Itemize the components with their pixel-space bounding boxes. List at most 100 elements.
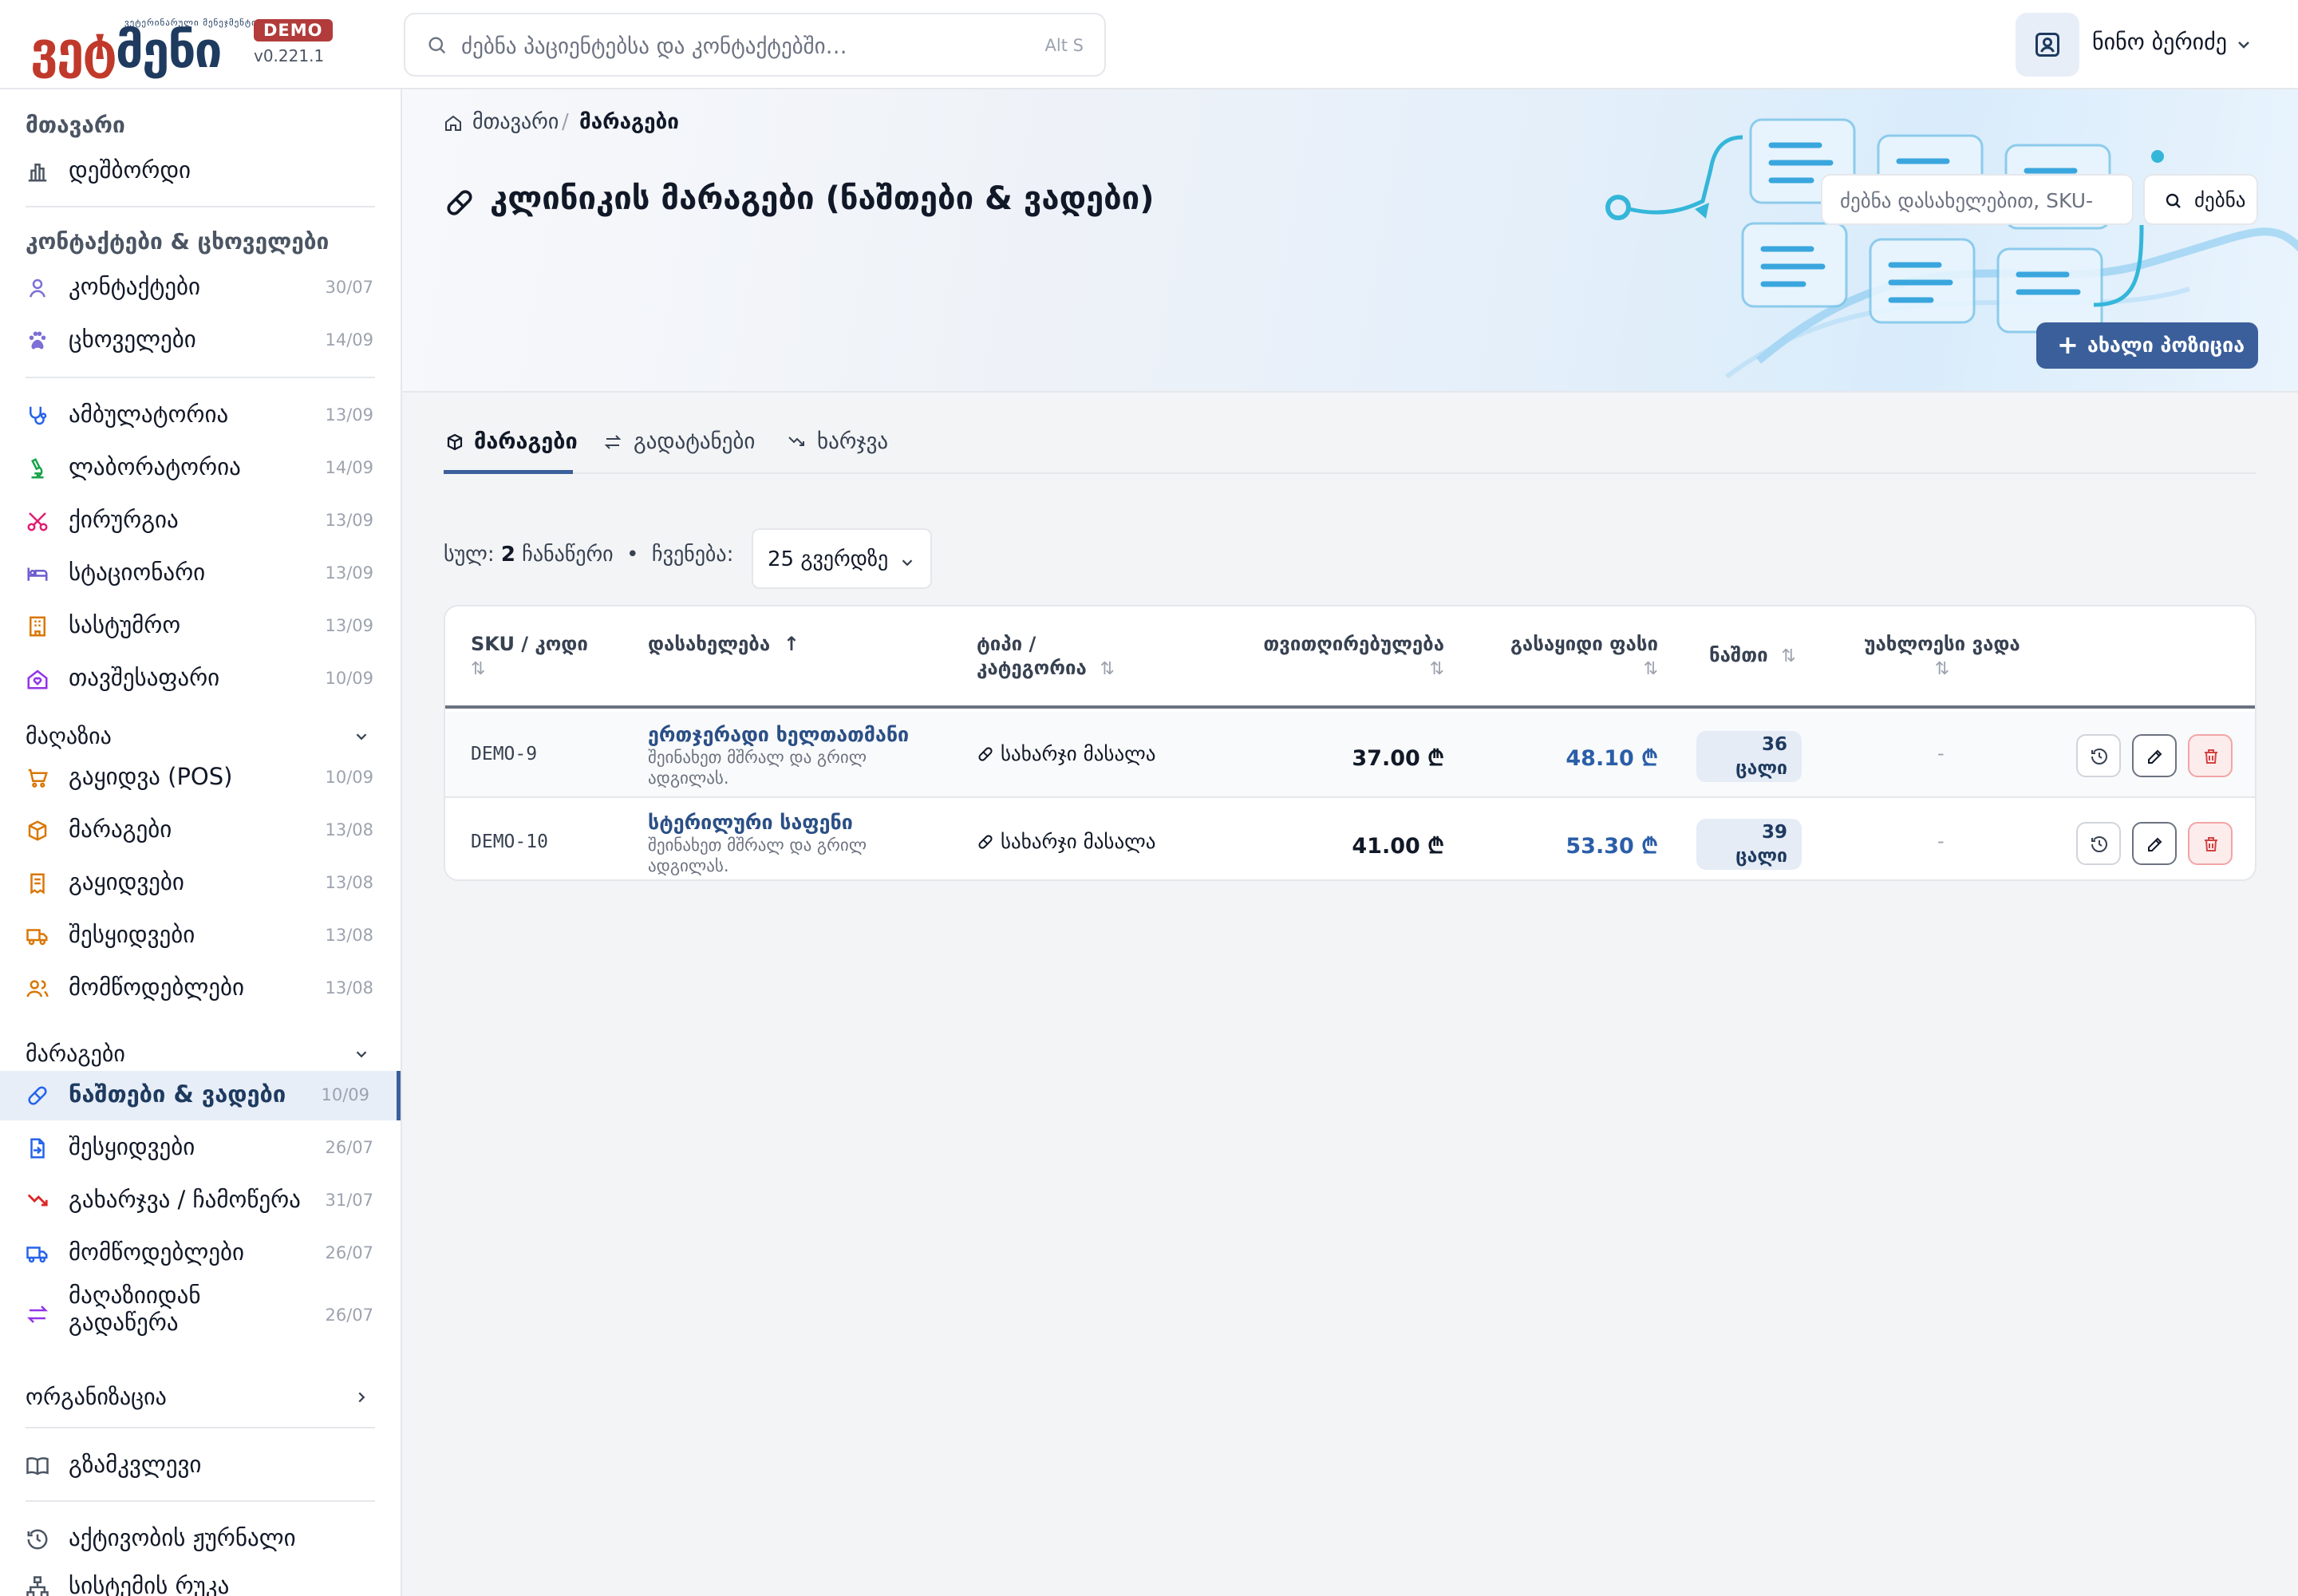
col-cost-label: თვითღირებულება [1263,633,1444,655]
sidebar-section-stock[interactable]: მარაგები [26,1041,125,1067]
sidebar-item-balances[interactable]: ნაშთები & ვადები 10/09 [0,1071,401,1120]
stock-table: SKU / კოდი ⇅ დასახელება ↑ ტიპი / კატეგორია… [444,605,2257,881]
app-version: v0.221.1 [254,46,325,65]
app-logo[interactable]: ვეტერინარული მენეჯმენტი ვეტმენი [30,18,256,78]
row-name-link[interactable]: სტერილური საფენი [648,811,853,834]
pill-icon [978,747,993,761]
sidebar-item-shop-stock[interactable]: მარაგები 13/08 [0,806,401,855]
col-sku[interactable]: SKU / კოდი ⇅ [471,632,614,681]
stock-search-button[interactable]: ძებნა [2143,174,2258,225]
sidebar-item-transfer[interactable]: მაღაზიიდან გადაწერა 26/07 [0,1282,401,1347]
stock-search-input[interactable] [1840,185,2119,215]
cart-icon [28,768,48,788]
sidebar-item-date: 31/07 [325,1191,373,1210]
sidebar-item-label: სისტემის რუკა [69,1572,230,1596]
sidebar-item-label: გაყიდვები [69,868,184,895]
col-stock[interactable]: ნაშთი ⇅ [1709,643,1796,669]
user-icon [2035,33,2059,57]
delete-button[interactable] [2188,822,2233,865]
sidebar-item-stationary[interactable]: სტაციონარი 13/09 [0,549,401,598]
sort-icon[interactable]: ⇅ [1781,646,1795,666]
sidebar-item-label: გახარჯვა / ჩამოწერა [69,1186,301,1213]
sidebar-section-organization[interactable]: ორგანიზაცია [26,1384,167,1410]
edit-button[interactable] [2132,822,2177,865]
chevron-down-icon [902,559,913,567]
sidebar-item-pos[interactable]: გაყიდვა (POS) 10/09 [0,753,401,803]
stock-search[interactable] [1821,174,2134,225]
delete-button[interactable] [2188,734,2233,777]
col-expiry[interactable]: უახლოესი ვადა ⇅ [1854,632,2030,681]
breadcrumb-home[interactable]: მთავარი [472,110,559,134]
sidebar-item-shop-purchases[interactable]: შესყიდვები 13/08 [0,911,401,961]
table-row[interactable]: DEMO-10 სტერილური საფენი შეინახეთ მშრალ … [445,800,2255,879]
sidebar-item-animals[interactable]: ცხოველები 14/09 [0,316,401,365]
logo-text-a: ვეტ [30,21,117,79]
sidebar-item-date: 13/08 [325,820,373,839]
page-size-select[interactable]: 25 გვერდზე [752,528,932,589]
col-type[interactable]: ტიპი / კატეგორია ⇅ [977,632,1115,681]
sort-icon[interactable]: ⇅ [1935,659,1949,679]
demo-badge: DEMO [254,19,333,41]
sidebar-item-label: მომწოდებლები [69,974,244,1001]
sort-icon[interactable]: ⇅ [1100,659,1115,679]
home-icon[interactable] [444,113,463,132]
chevron-down-icon[interactable] [353,1045,370,1063]
sidebar-item-label: ნაშთები & ვადები [69,1080,286,1108]
sidebar-item-label: მომწოდებლები [69,1238,244,1266]
new-item-button[interactable]: + ახალი პოზიცია [2036,322,2258,369]
sort-icon[interactable]: ⇅ [471,659,485,679]
sidebar-item-suppliers[interactable]: მომწოდებლები 26/07 [0,1229,401,1278]
sidebar-item-writeoff[interactable]: გახარჯვა / ჩამოწერა 31/07 [0,1176,401,1226]
sidebar-item-dashboard[interactable]: დეშბორდი [0,147,401,196]
chevron-right-icon[interactable] [353,1389,370,1406]
tab-transfers[interactable]: გადატანები [603,429,763,474]
breadcrumb-current: მარაგები [579,110,679,134]
col-type-label-2: კატეგორია [977,657,1087,679]
global-search-input[interactable] [461,29,1004,64]
tab-label: ხარჯვა [817,429,889,454]
tab-stock[interactable]: მარაგები [444,429,578,474]
total-suffix: ჩანაწერი [522,543,614,567]
global-search[interactable]: Alt S [404,13,1106,77]
sidebar-item-laboratory[interactable]: ლაბორატორია 14/09 [0,444,401,493]
bed-icon [27,567,48,581]
sidebar-item-sales[interactable]: გაყიდვები 13/08 [0,859,401,908]
row-name-link[interactable]: ერთჯერადი ხელთათმანი [648,723,909,746]
history-button[interactable] [2076,734,2121,777]
sort-asc-icon[interactable]: ↑ [784,633,800,655]
sidebar-item-shelter[interactable]: თავშესაფარი 10/09 [0,654,401,704]
tab-consumption[interactable]: ხარჯვა [787,429,906,474]
col-name[interactable]: დასახელება ↑ [648,632,800,656]
col-cost[interactable]: თვითღირებულება ⇅ [1263,632,1444,681]
user-avatar-button[interactable] [2016,13,2079,77]
sort-icon[interactable]: ⇅ [1644,659,1658,679]
sidebar-item-hotel[interactable]: სასტუმრო 13/09 [0,602,401,651]
sort-icon[interactable]: ⇅ [1430,659,1444,679]
sidebar-item-ambulatory[interactable]: ამბულატორია 13/09 [0,391,401,440]
chevron-down-icon[interactable] [2234,35,2253,54]
sidebar-item-purchases[interactable]: შესყიდვები 26/07 [0,1124,401,1173]
sidebar-item-contacts[interactable]: კონტაქტები 30/07 [0,263,401,313]
sidebar-item-label: ამბულატორია [69,401,229,428]
trash-icon [2205,749,2217,764]
edit-button[interactable] [2132,734,2177,777]
sidebar-item-date: 14/09 [325,330,373,350]
sidebar-item-guide[interactable]: გზამკვლევი [0,1441,401,1491]
truck-icon [26,929,48,946]
table-row[interactable]: DEMO-9 ერთჯერადი ხელთათმანი შეინახეთ მშრ… [445,712,2255,798]
sidebar-item-system-map[interactable]: სისტემის რუკა [0,1562,401,1596]
sidebar-item-surgery[interactable]: ქირურგია 13/09 [0,496,401,546]
chevron-down-icon[interactable] [353,728,370,745]
sidebar-item-date: 26/07 [325,1138,373,1157]
col-price[interactable]: გასაყიდი ფასი ⇅ [1510,632,1658,681]
sidebar-item-activity-log[interactable]: აქტივობის ჟურნალი [0,1515,401,1564]
book-icon [26,1457,49,1476]
col-sku-label: SKU / კოდი [471,633,588,655]
building-icon [30,616,45,637]
sidebar-item-label: კონტაქტები [69,273,201,300]
history-button[interactable] [2076,822,2121,865]
user-name[interactable]: ნინო ბერიძე [2092,29,2227,55]
sidebar-section-shop[interactable]: მაღაზია [26,723,112,749]
sidebar-item-label: აქტივობის ჟურნალი [69,1524,296,1551]
sidebar-item-shop-suppliers[interactable]: მომწოდებლები 13/08 [0,964,401,1013]
